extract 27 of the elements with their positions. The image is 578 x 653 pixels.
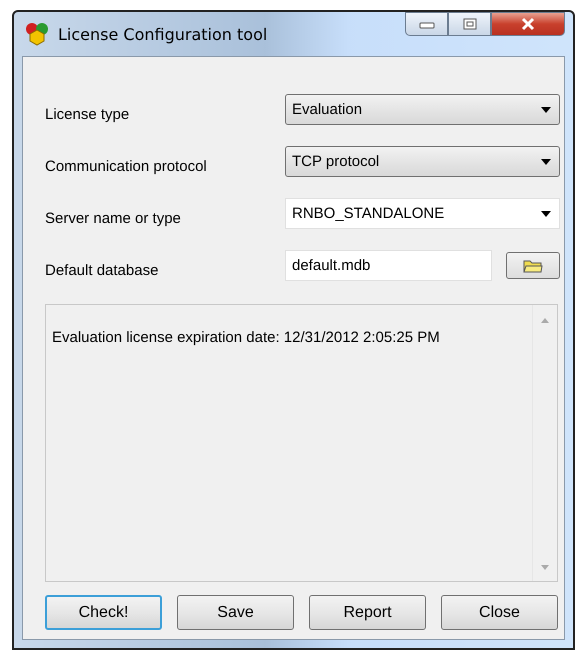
maximize-icon: [462, 18, 476, 30]
field-label: Server name or type: [45, 210, 181, 227]
field-label: Default database: [45, 262, 158, 279]
folder-icon: [523, 258, 543, 272]
field-label: License type: [45, 106, 130, 123]
app-icon: [24, 22, 50, 46]
dialog-button[interactable]: Report: [309, 595, 426, 630]
caret-icon: [541, 210, 551, 216]
browse-button[interactable]: [506, 252, 560, 279]
scroll-down-icon: [540, 565, 550, 571]
log-text: Evaluation license expiration date: 12/31/2012 2:05:25 PM: [52, 329, 440, 346]
caret-icon: [541, 158, 551, 164]
minimize-button[interactable]: [405, 12, 448, 36]
maximize-button[interactable]: [448, 12, 491, 36]
combo-box[interactable]: RNBO_STANDALONE: [285, 198, 560, 229]
dialog-button[interactable]: Check!: [45, 595, 162, 630]
input-field[interactable]: default.mdb: [285, 250, 492, 281]
caret-icon: [541, 106, 551, 112]
dropdown[interactable]: Evaluation: [285, 94, 560, 125]
dropdown[interactable]: TCP protocol: [285, 146, 560, 177]
close-icon: [520, 17, 536, 31]
scroll-up-icon: [540, 317, 550, 323]
dialog-button[interactable]: Save: [177, 595, 294, 630]
window-title: License Configuration tool: [58, 24, 268, 44]
close-button[interactable]: [491, 12, 565, 36]
dialog-button[interactable]: Close: [441, 595, 558, 630]
field-label: Communication protocol: [45, 158, 207, 175]
